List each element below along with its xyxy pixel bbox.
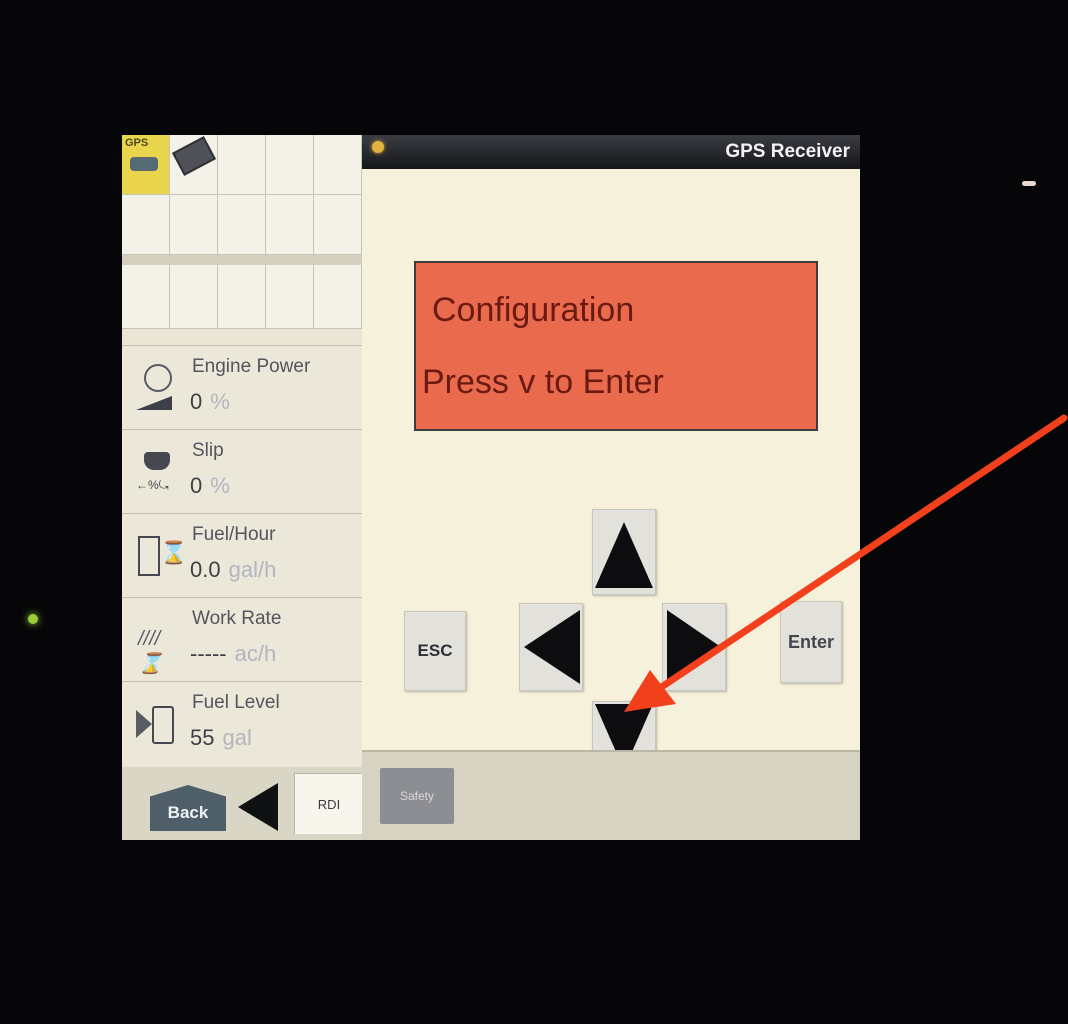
empty-shortcut[interactable] bbox=[170, 195, 218, 255]
gauge-work-rate[interactable]: ////⌛ Work Rate ----- ac/h bbox=[122, 597, 362, 682]
shortcut-grid: GPS bbox=[122, 135, 362, 255]
fuel-level-icon bbox=[136, 698, 176, 748]
left-button[interactable] bbox=[519, 603, 583, 691]
info-icon[interactable] bbox=[372, 141, 384, 153]
gauge-value: ----- ac/h bbox=[190, 641, 277, 666]
empty-shortcut[interactable] bbox=[266, 265, 314, 329]
main-area: Configuration Press v to Enter ESC Enter bbox=[362, 169, 860, 779]
gauge-label: Engine Power bbox=[192, 356, 311, 377]
right-arrow-icon bbox=[667, 610, 721, 684]
right-button[interactable] bbox=[662, 603, 726, 691]
gauge-label: Fuel Level bbox=[192, 692, 280, 713]
gps-shortcut[interactable]: GPS bbox=[122, 135, 170, 195]
display-line-2: Press v to Enter bbox=[422, 363, 664, 401]
book-shortcut[interactable] bbox=[170, 135, 218, 195]
gauge-label: Work Rate bbox=[192, 608, 282, 629]
slip-icon: ←%⤿ bbox=[136, 446, 176, 496]
fuel-hour-icon: ⌛ bbox=[136, 530, 187, 580]
display-line-1: Configuration bbox=[432, 291, 635, 329]
bezel-reflection bbox=[1022, 181, 1036, 186]
gps-shortcut-label: GPS bbox=[125, 137, 149, 149]
engine-icon bbox=[136, 362, 176, 412]
book-icon bbox=[172, 136, 216, 176]
empty-shortcut[interactable] bbox=[314, 135, 362, 195]
empty-shortcut[interactable] bbox=[266, 135, 314, 195]
tab-rdi[interactable]: RDI bbox=[294, 773, 364, 834]
gps-icon bbox=[130, 157, 158, 171]
empty-shortcut[interactable] bbox=[122, 265, 170, 329]
empty-shortcut[interactable] bbox=[218, 195, 266, 255]
empty-shortcut[interactable] bbox=[122, 195, 170, 255]
empty-shortcut[interactable] bbox=[218, 135, 266, 195]
up-arrow-icon bbox=[595, 522, 653, 588]
empty-shortcut[interactable] bbox=[266, 195, 314, 255]
work-rate-icon: ////⌛ bbox=[138, 628, 163, 675]
esc-button[interactable]: ESC bbox=[404, 611, 466, 691]
empty-shortcut[interactable] bbox=[314, 195, 362, 255]
title-bar: GPS Receiver bbox=[362, 135, 860, 169]
status-led bbox=[28, 614, 38, 624]
back-button[interactable]: Back bbox=[150, 785, 226, 831]
tab-safety[interactable]: Safety bbox=[380, 768, 454, 824]
empty-shortcut[interactable] bbox=[218, 265, 266, 329]
up-button[interactable] bbox=[592, 509, 656, 595]
back-arrow-icon[interactable] bbox=[238, 783, 278, 831]
gauge-engine-power[interactable]: Engine Power 0% bbox=[122, 345, 362, 430]
left-arrow-icon bbox=[524, 610, 580, 684]
bottom-tab-bar: Safety bbox=[362, 750, 860, 840]
left-panel: GPS Engine Power 0 % ←%⤿ Slip 0 % ⌛ Fuel… bbox=[122, 135, 364, 840]
left-tab-bar: Back RDI bbox=[122, 767, 364, 840]
page-title: GPS Receiver bbox=[725, 141, 850, 162]
enter-button[interactable]: Enter bbox=[780, 601, 842, 683]
receiver-display: Configuration Press v to Enter bbox=[414, 261, 818, 431]
panel-divider bbox=[122, 255, 362, 265]
gauge-value: 55 gal bbox=[190, 725, 252, 750]
shortcut-row bbox=[122, 265, 362, 329]
gauge-label: Fuel/Hour bbox=[192, 524, 276, 545]
gauge-fuel-level[interactable]: Fuel Level 55 gal bbox=[122, 681, 362, 766]
empty-shortcut[interactable] bbox=[314, 265, 362, 329]
gauge-value: 0.0 gal/h bbox=[190, 557, 277, 582]
gauge-label: Slip bbox=[192, 440, 224, 461]
display-screen: GPS Engine Power 0 % ←%⤿ Slip 0 % ⌛ Fuel… bbox=[122, 135, 860, 840]
gauge-value: 0% bbox=[190, 473, 230, 498]
gauge-fuel-hour[interactable]: ⌛ Fuel/Hour 0.0 gal/h bbox=[122, 513, 362, 598]
gauge-slip[interactable]: ←%⤿ Slip 0% bbox=[122, 429, 362, 514]
empty-shortcut[interactable] bbox=[170, 265, 218, 329]
gauge-value: 0% bbox=[190, 389, 230, 414]
